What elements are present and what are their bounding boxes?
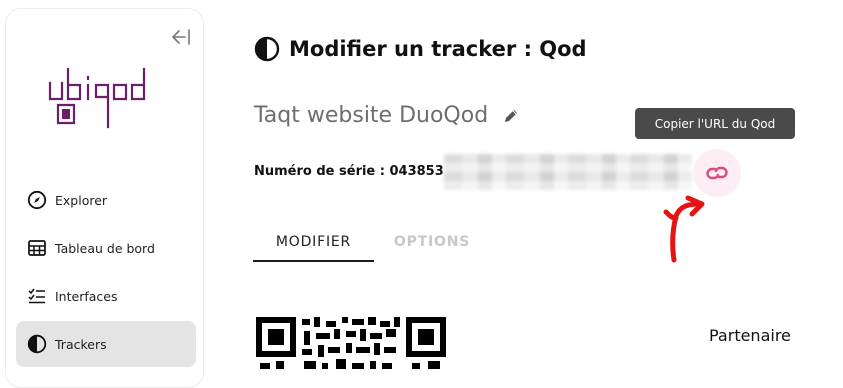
checklist-icon (26, 285, 48, 307)
sidebar-item-interfaces[interactable]: Interfaces (16, 273, 196, 319)
tab-modifier[interactable]: MODIFIER (253, 222, 374, 262)
compass-icon (26, 189, 48, 211)
dashboard-icon (26, 237, 48, 259)
sidebar-item-tableau-de-bord[interactable]: Tableau de bord (16, 225, 196, 271)
ubiqod-logo (46, 61, 171, 135)
page-title-text: Modifier un tracker : Qod (289, 37, 587, 61)
redacted-serial (444, 154, 692, 190)
annotation-arrow (663, 195, 705, 263)
serial-number: Numéro de série : 043853 (254, 164, 444, 179)
page-title: Modifier un tracker : Qod (254, 36, 587, 62)
link-icon (706, 166, 728, 180)
sidebar: Explorer Tableau de bord Interfaces Trac… (5, 8, 204, 388)
sidebar-item-trackers[interactable]: Trackers (16, 321, 196, 367)
tab-options[interactable]: OPTIONS (377, 222, 487, 262)
collapse-sidebar-button[interactable] (170, 27, 192, 47)
tracker-name: Taqt website DuoQod (254, 103, 489, 128)
sidebar-item-explorer[interactable]: Explorer (16, 177, 196, 223)
sidebar-item-label: Trackers (55, 336, 107, 352)
sidebar-item-label: Explorer (55, 192, 108, 208)
collapse-left-icon (171, 29, 190, 45)
sidebar-item-label: Tableau de bord (55, 240, 155, 256)
pencil-icon[interactable] (502, 107, 520, 125)
sidebar-item-label: Interfaces (55, 288, 118, 304)
qr-code (256, 317, 446, 369)
half-circle-icon (26, 333, 48, 355)
partner-label: Partenaire (709, 326, 791, 345)
copy-url-button[interactable] (693, 149, 741, 197)
tracker-name-row: Taqt website DuoQod (254, 103, 520, 128)
copy-url-tooltip: Copier l'URL du Qod (635, 108, 795, 139)
half-circle-icon (254, 36, 280, 62)
